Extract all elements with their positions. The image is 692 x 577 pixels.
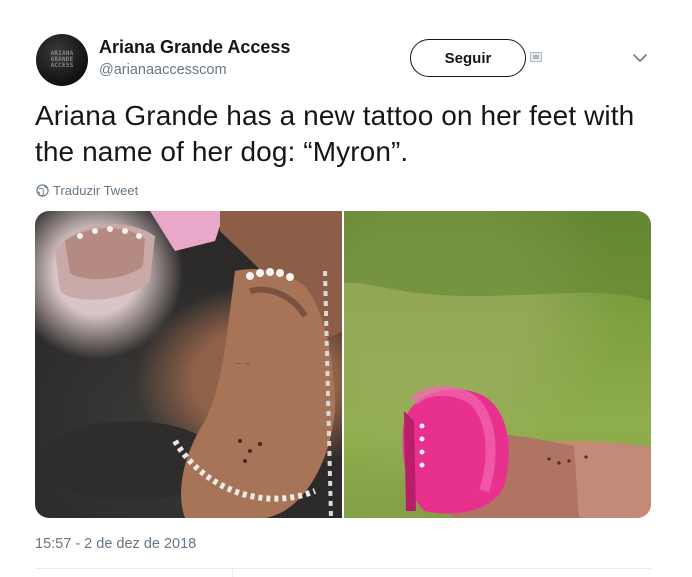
- photo-pink-slipper[interactable]: [344, 211, 651, 518]
- globe-icon: [36, 184, 49, 197]
- author-handle[interactable]: @arianaaccesscom: [99, 62, 227, 78]
- divider: [35, 568, 651, 569]
- svg-text:~ ~: ~ ~: [235, 359, 251, 368]
- follow-extra-icon: [530, 52, 542, 62]
- photo-foot-tattoo-art: ~ ~: [40, 211, 342, 518]
- tweet-text: Ariana Grande has a new tattoo on her fe…: [35, 100, 635, 167]
- avatar[interactable]: ARIANA GRANDE ACCESS: [36, 34, 88, 86]
- photo-pink-slipper-art: [344, 211, 651, 518]
- tweet-timestamp[interactable]: 15:57 - 2 de dez de 2018: [35, 536, 196, 552]
- avatar-logo-text: ARIANA GRANDE ACCESS: [50, 50, 74, 69]
- follow-button[interactable]: Seguir: [410, 39, 526, 77]
- photo-foot-tattoo[interactable]: ~ ~: [35, 211, 342, 518]
- translate-label: Traduzir Tweet: [53, 183, 139, 198]
- chevron-down-icon[interactable]: [632, 52, 648, 64]
- author-name[interactable]: Ariana Grande Access: [99, 37, 290, 58]
- translate-tweet-link[interactable]: Traduzir Tweet: [36, 183, 138, 198]
- media-grid: ~ ~: [35, 211, 651, 518]
- divider-tick: [232, 568, 233, 577]
- tweet-card: ARIANA GRANDE ACCESS Ariana Grande Acces…: [0, 0, 692, 577]
